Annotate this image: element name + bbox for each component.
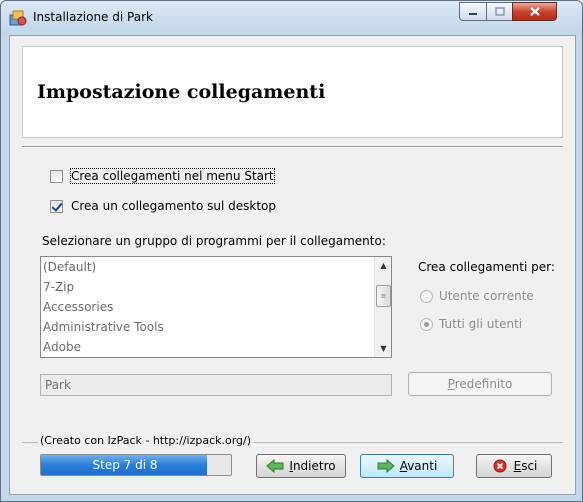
- installer-window: Installazione di Park Impostazione colle…: [0, 0, 583, 502]
- desktop-checkbox-box[interactable]: [50, 199, 63, 213]
- list-scrollbar[interactable]: ▲ ≡ ▼: [374, 257, 391, 357]
- close-button[interactable]: [512, 2, 557, 21]
- start-menu-checkbox[interactable]: Crea collegamenti nel menu Start: [50, 168, 275, 184]
- back-button-label: Indietro: [289, 459, 336, 473]
- default-button[interactable]: Predefinito: [408, 372, 552, 396]
- header-panel: Impostazione collegamenti: [22, 46, 563, 138]
- list-item[interactable]: 7-Zip: [41, 277, 391, 297]
- current-user-radio-button[interactable]: [420, 289, 433, 303]
- all-users-radio-button[interactable]: [420, 317, 433, 331]
- arrow-right-icon: [377, 459, 395, 473]
- list-item[interactable]: (Default): [41, 257, 391, 277]
- desktop-checkbox[interactable]: Crea un collegamento sul desktop: [50, 198, 276, 214]
- scroll-down-icon[interactable]: ▼: [375, 340, 391, 357]
- start-menu-checkbox-label: Crea collegamenti nel menu Start: [70, 168, 275, 184]
- desktop-checkbox-label: Crea un collegamento sul desktop: [71, 199, 276, 213]
- list-item[interactable]: Accessories: [41, 297, 391, 317]
- izpack-credit: (Creato con IzPack - http://izpack.org/): [38, 434, 254, 447]
- scroll-thumb[interactable]: ≡: [376, 285, 391, 307]
- minimize-icon: [469, 12, 477, 15]
- maximize-button[interactable]: [486, 2, 512, 21]
- arrow-left-icon: [266, 459, 284, 473]
- window-title: Installazione di Park: [33, 10, 153, 24]
- list-item[interactable]: Administrative Tools: [41, 317, 391, 337]
- next-button-label: Avanti: [399, 459, 438, 473]
- start-menu-checkbox-box[interactable]: [50, 169, 63, 183]
- step-progress-bar: Step 7 di 8: [40, 454, 232, 476]
- installer-app-icon: [9, 10, 27, 26]
- program-group-field[interactable]: Park: [40, 374, 392, 396]
- exit-icon: [491, 459, 509, 473]
- current-user-radio[interactable]: Utente corrente: [420, 288, 534, 304]
- scroll-up-icon[interactable]: ▲: [375, 257, 391, 274]
- shortcuts-for-label: Crea collegamenti per:: [418, 260, 555, 274]
- all-users-radio[interactable]: Tutti gli utenti: [420, 316, 522, 332]
- all-users-radio-label: Tutti gli utenti: [439, 317, 523, 331]
- progress-label: Step 7 di 8: [92, 458, 158, 472]
- current-user-radio-label: Utente corrente: [439, 289, 534, 303]
- installer-panel: Impostazione collegamenti Crea collegame…: [9, 35, 576, 495]
- next-button[interactable]: Avanti: [360, 454, 454, 478]
- back-button[interactable]: Indietro: [256, 454, 346, 478]
- program-group-list[interactable]: (Default) 7-Zip Accessories Administrati…: [40, 256, 392, 358]
- close-icon: [529, 7, 540, 16]
- program-group-label: Selezionare un gruppo di programmi per i…: [42, 234, 386, 248]
- exit-button-label: Esci: [513, 459, 538, 473]
- list-item[interactable]: Adobe: [41, 337, 391, 357]
- default-button-label: Predefinito: [447, 377, 513, 391]
- page-title: Impostazione collegamenti: [37, 81, 326, 103]
- maximize-icon: [494, 7, 505, 16]
- minimize-button[interactable]: [459, 2, 486, 21]
- exit-button[interactable]: Esci: [476, 454, 552, 478]
- title-bar[interactable]: Installazione di Park: [1, 1, 582, 35]
- header-divider: [22, 146, 563, 148]
